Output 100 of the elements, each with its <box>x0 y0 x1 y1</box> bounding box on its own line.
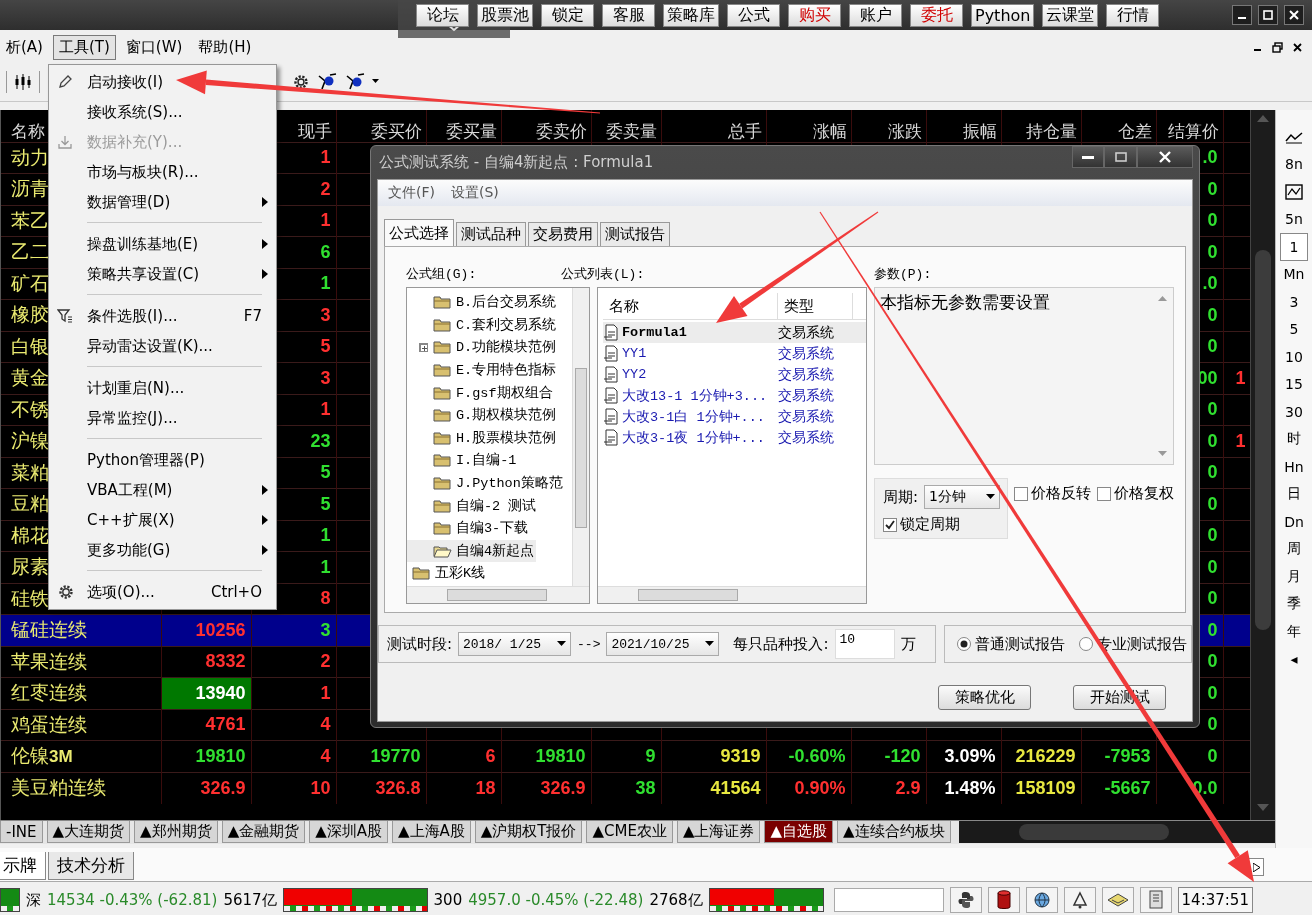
toolbar-button[interactable]: 客服 <box>602 3 655 27</box>
period-button[interactable]: 周 <box>1280 535 1308 563</box>
candlestick-icon[interactable] <box>13 71 33 92</box>
menu-item[interactable]: 数据管理(D) <box>49 187 276 217</box>
database-button[interactable] <box>987 887 1020 913</box>
menu-item[interactable]: 工具(T) <box>52 35 116 60</box>
column-header[interactable]: 类型 <box>778 293 853 319</box>
tree-item[interactable]: B.后台交易系统 <box>407 291 559 314</box>
menu-item[interactable]: C++扩展(X) <box>49 505 276 535</box>
period-button[interactable]: Hn <box>1280 453 1308 481</box>
list-row[interactable]: Formula1 交易系统 <box>603 322 866 343</box>
view-tab[interactable]: 技术分析 <box>48 852 134 880</box>
period-button[interactable]: 时 <box>1280 425 1308 453</box>
menu-item[interactable]: 选项(O)... Ctrl+O <box>49 577 276 607</box>
list-row[interactable]: 大改3-1夜 1分钟+... 交易系统 <box>603 427 866 448</box>
list-row[interactable]: 大改13-1 1分钟+3... 交易系统 <box>603 385 866 406</box>
tab[interactable]: 测试品种 <box>456 222 526 246</box>
toolbar-button[interactable]: 委托 <box>910 3 963 27</box>
alert-button[interactable] <box>1063 887 1096 913</box>
menu-item[interactable]: 启动接收(I) <box>49 67 276 97</box>
menu-item[interactable]: Python管理器(P) <box>49 445 276 475</box>
sheet-tab[interactable]: ▲郑州期货 <box>134 821 218 843</box>
dropdown-icon[interactable] <box>705 641 715 647</box>
menu-item[interactable]: 析(A) <box>0 35 49 60</box>
tree-item[interactable]: 自编-2 测试 <box>407 494 539 517</box>
tab[interactable]: 交易费用 <box>528 222 598 246</box>
period-button[interactable]: 5 <box>1280 315 1308 343</box>
toolbar-button[interactable]: 行情 <box>1106 3 1160 27</box>
sheet-tab[interactable]: ▲CME农业 <box>586 821 673 843</box>
close-button[interactable] <box>1137 146 1193 168</box>
toolbar-button[interactable]: 锁定 <box>541 3 594 27</box>
menu-item[interactable]: 文件(F) <box>388 184 435 202</box>
period-button[interactable]: 15 <box>1280 370 1308 398</box>
sheet-tab[interactable]: ▲金融期货 <box>221 821 306 843</box>
scrollbar-thumb[interactable] <box>1018 824 1169 840</box>
menu-item[interactable]: VBA工程(M) <box>49 475 276 505</box>
expand-icon[interactable] <box>419 343 428 352</box>
period-button[interactable]: 月 <box>1280 563 1308 591</box>
period-select[interactable]: 1分钟 <box>924 485 1001 509</box>
list-row[interactable]: YY2 交易系统 <box>603 364 866 385</box>
tree-item[interactable]: J.Python策略范 <box>407 471 565 495</box>
checkbox[interactable] <box>1097 486 1111 501</box>
menu-item[interactable]: 窗口(W) <box>119 35 189 60</box>
dropdown-icon[interactable] <box>986 494 996 500</box>
menu-item[interactable]: 策略共享设置(C) <box>49 259 276 289</box>
toolbar-button[interactable]: 策略库 <box>663 3 719 27</box>
input-field[interactable]: 10 <box>834 629 895 659</box>
notes-button[interactable] <box>1139 887 1172 913</box>
message-button[interactable] <box>1101 887 1134 913</box>
scroll-down-icon[interactable] <box>1158 451 1167 456</box>
dropdown-icon[interactable] <box>557 641 567 647</box>
period-button[interactable]: 1 <box>1280 233 1308 261</box>
sheet-tab[interactable]: ▲连续合约板块 <box>837 821 951 843</box>
period-button[interactable]: 8n <box>1280 150 1308 178</box>
scrollbar[interactable] <box>958 821 1275 843</box>
menu-item[interactable]: 条件选股(I)... F7 <box>49 301 276 331</box>
tree-item[interactable]: I.自编-1 <box>407 449 519 472</box>
menu-item[interactable]: 异常监控(J)... <box>49 403 276 433</box>
date-select[interactable]: 2018/ 1/25 <box>458 632 572 656</box>
tree-item[interactable]: 自编3-下载 <box>407 516 531 540</box>
tab[interactable]: 测试报告 <box>600 222 670 246</box>
globe-button[interactable] <box>1025 887 1058 913</box>
tree-item[interactable]: F.gsf期权组合 <box>407 381 555 404</box>
sheet-tab[interactable]: ▲深圳A股 <box>309 821 388 843</box>
toolbar-button[interactable]: 账户 <box>849 3 902 27</box>
tree-item[interactable]: C.套利交易系统 <box>407 313 559 337</box>
toolbar-button[interactable]: Python <box>971 3 1035 27</box>
scrollbar-thumb[interactable] <box>1255 250 1271 630</box>
minimize-button[interactable] <box>1072 146 1104 168</box>
python-button[interactable] <box>949 887 982 913</box>
scroll-up-icon[interactable] <box>1158 296 1167 301</box>
tree-item[interactable]: 五彩K线 <box>407 562 488 585</box>
settings-icon[interactable] <box>292 72 310 91</box>
dialog-button[interactable]: 策略优化 <box>938 685 1031 710</box>
scrollbar-thumb[interactable] <box>638 589 738 601</box>
close-icon[interactable] <box>1293 43 1302 52</box>
checkbox[interactable] <box>1014 486 1028 501</box>
tree-item[interactable]: H.股票模块范例 <box>407 426 559 450</box>
checkbox-option[interactable]: 价格复权 <box>1097 484 1174 503</box>
menu-item[interactable]: 市场与板块(R)... <box>49 157 276 187</box>
menu-item[interactable]: 更多功能(G) <box>49 535 276 565</box>
list-row[interactable]: 大改3-1白 1分钟+... 交易系统 <box>603 406 866 427</box>
tree-item[interactable]: D.功能模块范例 <box>407 336 559 359</box>
checkbox-option[interactable]: 价格反转 <box>1014 484 1091 503</box>
radio-button[interactable] <box>1079 637 1093 651</box>
period-button[interactable]: Mn <box>1280 260 1308 288</box>
maximize-button[interactable] <box>1258 5 1278 25</box>
toolbar-button[interactable]: 论坛 <box>416 3 469 27</box>
checkbox[interactable] <box>883 517 897 532</box>
period-button[interactable]: 5n <box>1280 205 1308 233</box>
minimize-button[interactable] <box>1232 5 1252 25</box>
sheet-tab[interactable]: ▲沪期权T报价 <box>474 821 583 843</box>
tree-item[interactable]: E.专用特色指标 <box>407 358 559 382</box>
period-button[interactable]: Dn <box>1280 508 1308 536</box>
restore-icon[interactable] <box>1272 42 1283 53</box>
menu-item[interactable]: 异动雷达设置(K)... <box>49 331 276 361</box>
sheet-tab[interactable]: -INE <box>0 821 43 843</box>
toolbar-button[interactable]: 公式 <box>727 3 780 27</box>
tree-item[interactable]: G.期权模块范例 <box>407 403 559 427</box>
sheet-tab[interactable]: ▲上海证券 <box>676 821 761 843</box>
